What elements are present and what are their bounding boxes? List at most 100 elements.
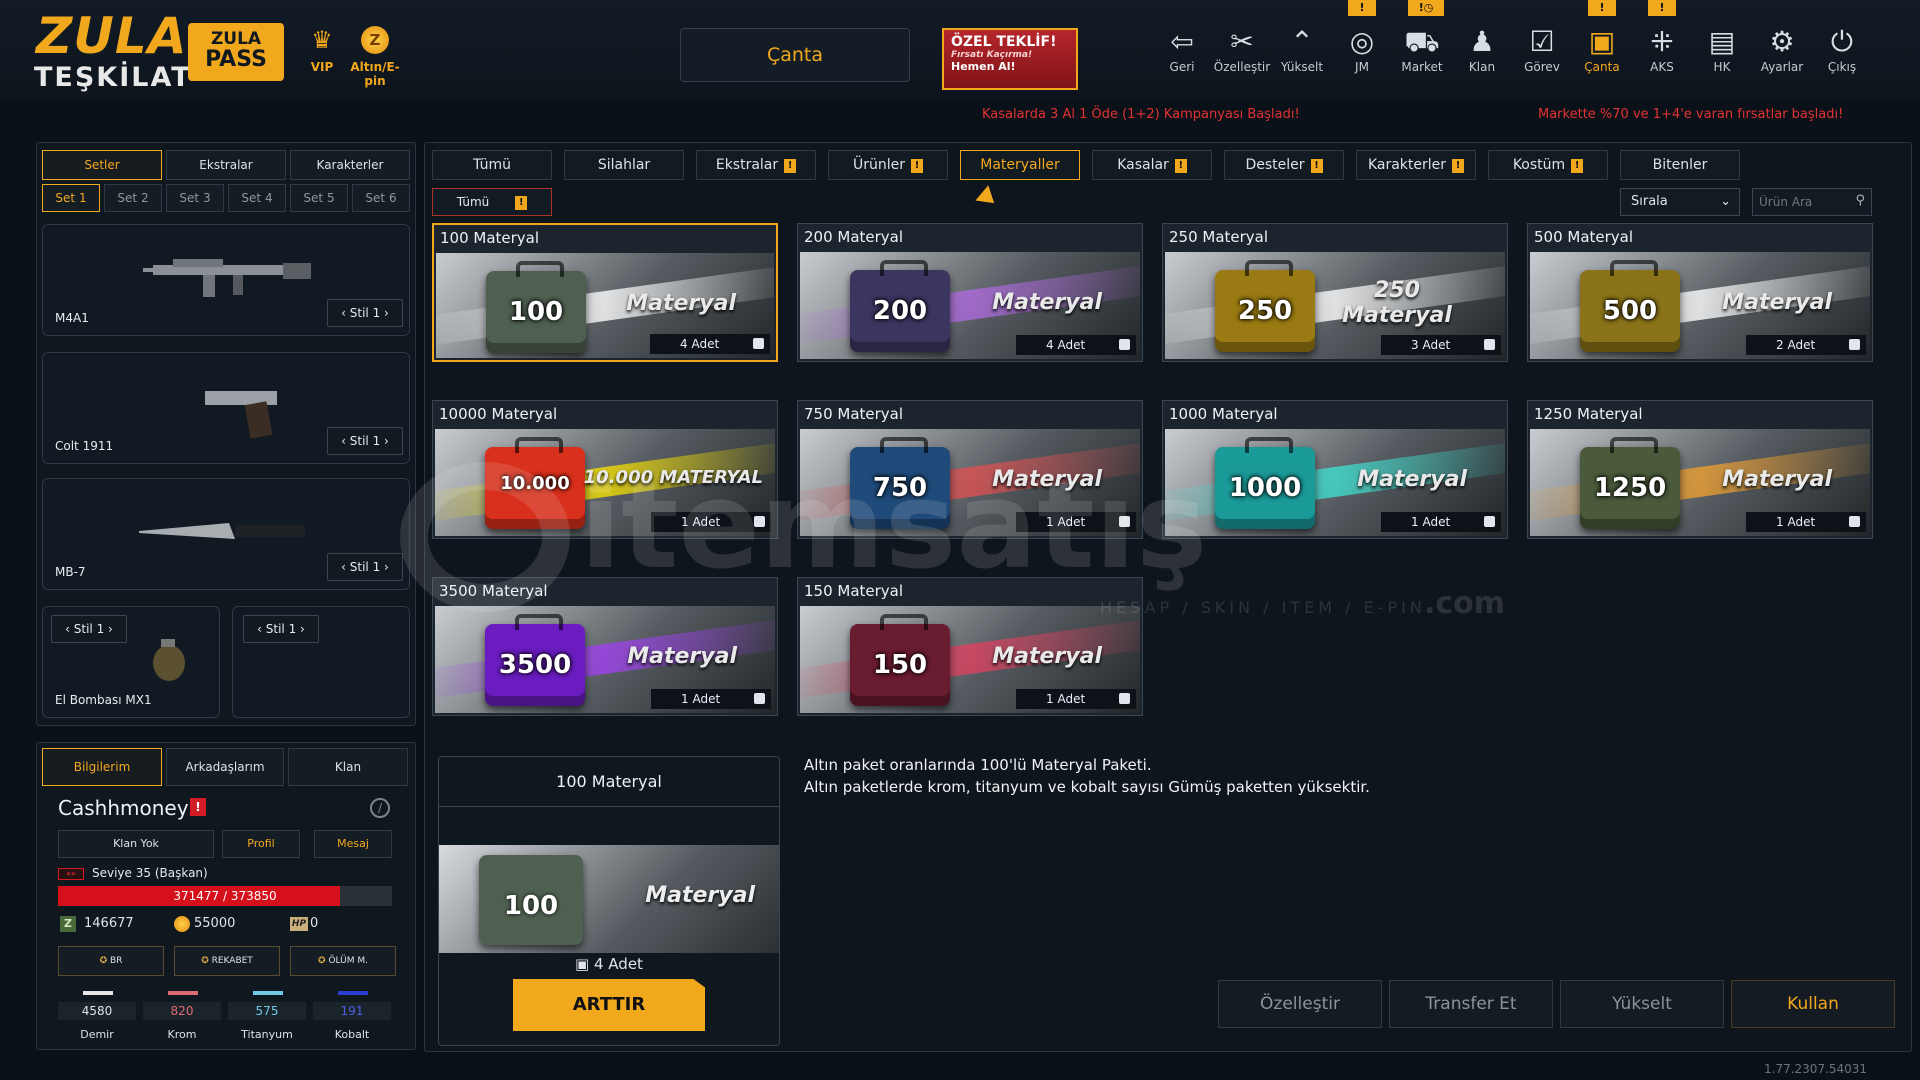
item-card[interactable]: 3500 Materyal 3500 Materyal 1 Adet [432,577,778,716]
set-6-button[interactable]: Set 6 [352,184,410,212]
item-card[interactable]: 10000 Materyal 10.000 10.000 MATERYAL 1 Ade… [432,400,778,539]
case-label: 10.000 MATERYAL [583,467,763,488]
tab-kasalar[interactable]: Kasalar! [1092,150,1212,180]
style-selector[interactable]: ‹ Stil 1 › [243,615,319,643]
quantity-badge: 1 Adet [1016,512,1136,532]
style-selector[interactable]: ‹ Stil 1 › [327,299,403,327]
set-5-button[interactable]: Set 5 [290,184,348,212]
tab-ekstralar[interactable]: Ekstralar [166,150,286,180]
subtab-tumu[interactable]: Tümü! [432,188,552,216]
item-card[interactable]: 750 Materyal 750 Materyal 1 Adet [797,400,1143,539]
item-card[interactable]: 1250 Materyal 1250 Materyal 1 Adet [1527,400,1873,539]
logo-subtext: TEŞKİLAT [34,62,192,93]
tab-materyaller[interactable]: Materyaller [960,150,1080,180]
altin-epin-button[interactable]: Z Altın/E-pin [340,26,410,88]
item-card[interactable]: 500 Materyal 500 Materyal 2 Adet [1527,223,1873,362]
tab-karakterler[interactable]: Karakterler! [1356,150,1476,180]
search-input[interactable] [1753,189,1847,215]
item-card[interactable]: 1000 Materyal 1000 Materyal 1 Adet [1162,400,1508,539]
campaign-ticker: Kasalarda 3 Al 1 Öde (1+2) Kampanyası Ba… [982,107,1300,122]
mode-br-button[interactable]: ✪ BR [58,946,164,976]
block-icon[interactable]: / [370,798,390,818]
case-label: Materyal [1357,467,1467,492]
style-selector[interactable]: ‹ Stil 1 › [51,615,127,643]
tab-bilgilerim[interactable]: Bilgilerim [42,748,162,786]
tab-ekstralar[interactable]: Ekstralar! [696,150,816,180]
nav-klan[interactable]: ♟ Klan [1452,24,1512,74]
tab-desteler[interactable]: Desteler! [1224,150,1344,180]
hp-value: 0 [310,916,319,931]
zula-pass-button[interactable]: ZULA PASS [188,23,284,81]
weapon-slot-secondary[interactable]: Colt 1911 ‹ Stil 1 › [42,352,410,464]
quantity-badge: 4 Adet [1016,335,1136,355]
tab-silahlar[interactable]: Silahlar [564,150,684,180]
set-4-button[interactable]: Set 4 [228,184,286,212]
profil-button[interactable]: Profil [222,830,300,858]
sort-dropdown[interactable]: Sırala ⌄ [1620,188,1740,216]
set-3-button[interactable]: Set 3 [166,184,224,212]
item-card[interactable]: 100 Materyal 100 Materyal 4 Adet [432,223,778,362]
item-title: 100 Materyal [440,229,540,247]
nav-geri[interactable]: ⇦ Geri [1152,24,1212,74]
set-1-button[interactable]: Set 1 [42,184,100,212]
tab-label: Desteler [1245,157,1305,173]
mode-rekabet-button[interactable]: ✪ REKABET [174,946,280,976]
weapon-slot-primary[interactable]: M4A1 ‹ Stil 1 › [42,224,410,336]
tab-karakterler[interactable]: Karakterler [290,150,410,180]
tab-kostum[interactable]: Kostüm! [1488,150,1608,180]
tab-klan[interactable]: Klan [288,748,408,786]
kullan-button[interactable]: Kullan [1731,980,1895,1028]
alert-icon: ! [1588,0,1616,16]
style-selector[interactable]: ‹ Stil 1 › [327,553,403,581]
nav-canta[interactable]: ▣ Çanta [1572,24,1632,74]
style-selector[interactable]: ‹ Stil 1 › [327,427,403,455]
search-box[interactable]: ⚲ [1752,188,1872,216]
cube-icon [1119,693,1130,704]
vip-button[interactable]: ♛ VIP [302,26,342,74]
cube-icon [1849,339,1860,350]
nav-yukselt[interactable]: ⌃ Yükselt [1272,24,1332,74]
item-title: 1250 Materyal [1534,405,1643,423]
case-label: Materyal [627,644,737,669]
nav-ozellestir[interactable]: ✂ Özelleştir [1212,24,1272,74]
nav-label: AKS [1650,60,1674,74]
nav-aks[interactable]: ⁜ AKS [1632,24,1692,74]
nav-hk[interactable]: ▤ HK [1692,24,1752,74]
nav-ayarlar[interactable]: ⚙ Ayarlar [1752,24,1812,74]
nav-gorev[interactable]: ☑ Görev [1512,24,1572,74]
klan-yok-button[interactable]: Klan Yok [58,830,214,858]
tab-setler[interactable]: Setler [42,150,162,180]
quantity-text: 4 Adet [1046,338,1086,352]
mesaj-button[interactable]: Mesaj [314,830,392,858]
search-icon: ⚲ [1855,193,1865,208]
item-card[interactable]: 250 Materyal 250 250 Materyal 3 Adet [1162,223,1508,362]
transfer-et-button[interactable]: Transfer Et [1389,980,1553,1028]
set-2-button[interactable]: Set 2 [104,184,162,212]
gear-icon: ⚙ [1769,25,1795,58]
zula-pass-line1: ZULA [210,29,262,49]
quantity-badge: 1 Adet [1016,689,1136,709]
mode-olum-button[interactable]: ✪ ÖLÜM M. [290,946,396,976]
ozellestir-button[interactable]: Özelleştir [1218,980,1382,1028]
tab-label: Materyaller [980,157,1060,173]
item-card[interactable]: 200 Materyal 200 Materyal 4 Adet [797,223,1143,362]
z-points-value: 146677 [84,916,134,931]
quantity-text: 1 Adet [681,692,721,706]
weapon-slot-extra[interactable]: ‹ Stil 1 › [232,606,410,718]
nav-cikis[interactable]: ⏻ Çıkış [1812,24,1872,74]
arttir-button[interactable]: ARTTIR [513,979,705,1031]
zula-logo[interactable]: ZULA TEŞKİLAT [30,8,190,93]
special-offer-banner[interactable]: ÖZEL TEKLİF! Fırsatı Kaçırma! Hemen Al! [942,28,1078,90]
hp-icon: HP [290,917,308,931]
nav-jm[interactable]: ◎ JM [1332,24,1392,74]
tab-tumu[interactable]: Tümü [432,150,552,180]
yukselt-button[interactable]: Yükselt [1560,980,1724,1028]
tab-arkadaslarim[interactable]: Arkadaşlarım [166,748,284,786]
item-card[interactable]: 150 Materyal 150 Materyal 1 Adet [797,577,1143,716]
nav-market[interactable]: ⛟ Market [1392,24,1452,74]
tab-bitenler[interactable]: Bitenler [1620,150,1740,180]
weapon-slot-grenade[interactable]: ‹ Stil 1 › El Bombası MX1 [42,606,220,718]
weapon-slot-melee[interactable]: MB-7 ‹ Stil 1 › [42,478,410,590]
tab-urunler[interactable]: Ürünler! [828,150,948,180]
alert-icon: ! [1571,159,1584,173]
